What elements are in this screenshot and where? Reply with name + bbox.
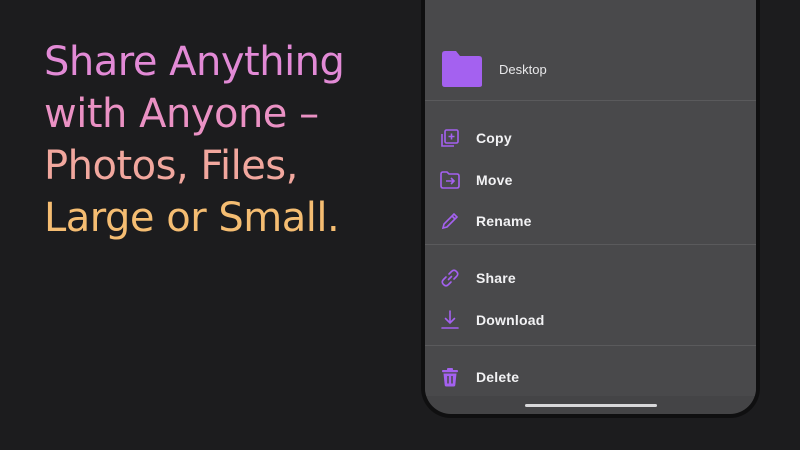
menu-item-label: Delete bbox=[476, 369, 520, 385]
download-icon bbox=[441, 310, 459, 329]
menu-item-label: Rename bbox=[476, 213, 532, 229]
link-icon bbox=[441, 269, 459, 287]
folder-icon bbox=[442, 51, 482, 87]
phone-screen: Desktop Copy Move Rename Share Download … bbox=[425, 0, 756, 414]
menu-item-rename[interactable]: Rename bbox=[439, 209, 532, 233]
move-icon bbox=[440, 171, 460, 189]
divider bbox=[425, 244, 756, 245]
menu-item-label: Move bbox=[476, 172, 513, 188]
headline-line-2: with Anyone – bbox=[44, 91, 319, 137]
menu-item-label: Copy bbox=[476, 130, 512, 146]
trash-icon bbox=[442, 368, 458, 387]
copy-icon bbox=[441, 129, 459, 147]
menu-item-move[interactable]: Move bbox=[439, 168, 513, 192]
menu-item-label: Share bbox=[476, 270, 516, 286]
divider bbox=[425, 100, 756, 101]
menu-item-label: Download bbox=[476, 312, 545, 328]
phone-frame: Desktop Copy Move Rename Share Download … bbox=[421, 0, 760, 418]
menu-item-delete[interactable]: Delete bbox=[439, 365, 519, 389]
action-sheet: Desktop Copy Move Rename Share Download … bbox=[425, 0, 756, 396]
menu-item-download[interactable]: Download bbox=[439, 308, 544, 332]
headline-line-1: Share Anything bbox=[44, 39, 345, 85]
menu-item-copy[interactable]: Copy bbox=[439, 126, 512, 150]
divider bbox=[425, 345, 756, 346]
home-indicator[interactable] bbox=[524, 404, 657, 407]
headline-line-4: Large or Small. bbox=[44, 195, 340, 241]
folder-name: Desktop bbox=[499, 61, 547, 77]
headline: Share Anything with Anyone – Photos, Fil… bbox=[44, 36, 384, 244]
headline-line-3: Photos, Files, bbox=[44, 143, 298, 189]
pencil-icon bbox=[441, 212, 459, 230]
folder-header: Desktop bbox=[439, 50, 547, 88]
menu-item-share[interactable]: Share bbox=[439, 266, 516, 290]
